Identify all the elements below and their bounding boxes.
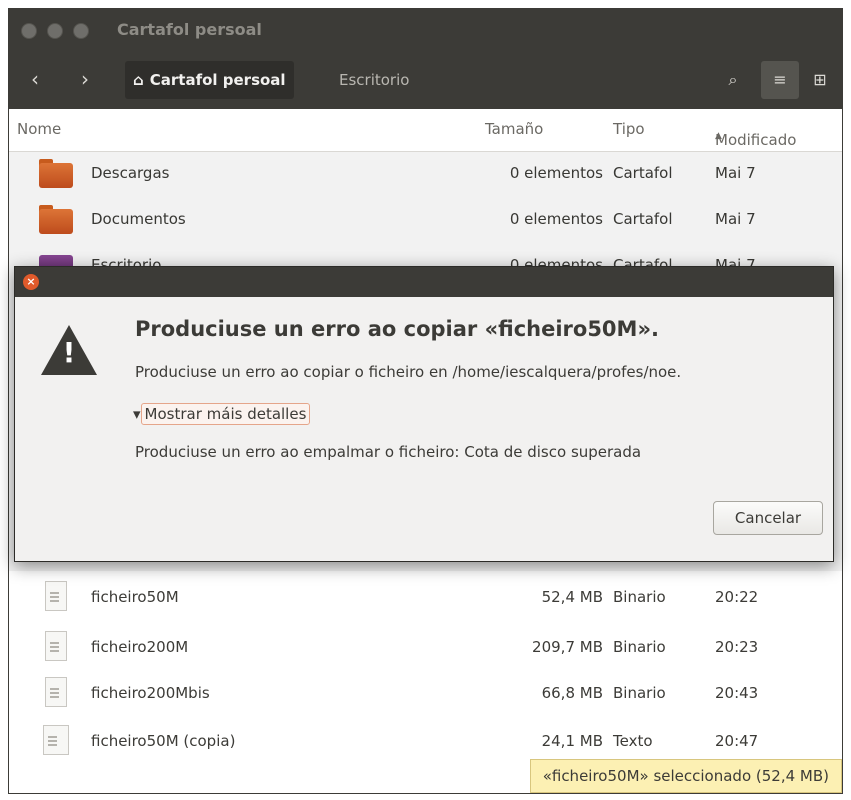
item-name: ficheiro50M (copia) <box>91 732 236 750</box>
item-size: 52,4 MB <box>541 588 603 606</box>
maximize-window-button[interactable] <box>73 23 89 39</box>
dialog-message: Produciuse un erro ao copiar o ficheiro … <box>135 363 682 381</box>
item-name: ficheiro200M <box>91 638 189 656</box>
title-bar: Cartafol persoal <box>9 9 842 53</box>
window-title: Cartafol persoal <box>117 20 262 39</box>
item-type: Texto <box>613 732 653 750</box>
item-size: 24,1 MB <box>541 732 603 750</box>
error-dialog: × ! Produciuse un erro ao copiar «fichei… <box>14 266 834 562</box>
details-expander-label: Mostrar máis detalles <box>140 403 311 425</box>
forward-button[interactable]: › <box>67 63 103 97</box>
chevron-right-icon: › <box>81 67 89 91</box>
breadcrumb-home-label: Cartafol persoal <box>149 71 286 89</box>
dialog-heading: Produciuse un erro ao copiar «ficheiro50… <box>135 317 659 341</box>
back-button[interactable]: ‹ <box>17 63 53 97</box>
breadcrumb-escritorio[interactable]: Escritorio <box>339 61 409 99</box>
item-modified: 20:22 <box>715 588 759 606</box>
binary-file-icon <box>39 677 73 709</box>
item-name: ficheiro200Mbis <box>91 684 210 702</box>
grid-icon: ⊞ <box>813 70 827 89</box>
list-item[interactable]: ficheiro200M 209,7 MB Binario 20:23 <box>9 625 842 671</box>
minimize-window-button[interactable] <box>47 23 63 39</box>
item-size: 209,7 MB <box>532 638 603 656</box>
home-icon: ⌂ <box>133 71 144 89</box>
item-type: Binario <box>613 638 666 656</box>
item-modified: 20:43 <box>715 684 759 702</box>
list-item[interactable]: ficheiro50M 52,4 MB Binario 20:22 <box>9 575 842 621</box>
expander-arrow-icon: ▾ <box>133 405 141 423</box>
column-modified-label: Modificado <box>715 131 797 149</box>
close-window-button[interactable] <box>21 23 37 39</box>
column-type[interactable]: Tipo <box>613 120 645 138</box>
toolbar: ‹ › ⌂ Cartafol persoal Escritorio ⌕ ≡ ⊞ <box>9 53 842 110</box>
list-view-button[interactable]: ≡ <box>761 61 799 99</box>
column-header: Nome Tamaño Tipo Modificado ▲ <box>9 109 842 152</box>
grid-view-button[interactable]: ⊞ <box>801 61 839 99</box>
item-size: 66,8 MB <box>541 684 603 702</box>
breadcrumb-home[interactable]: ⌂ Cartafol persoal <box>125 61 294 99</box>
chevron-left-icon: ‹ <box>31 67 39 91</box>
item-type: Binario <box>613 588 666 606</box>
column-size[interactable]: Tamaño <box>485 120 543 138</box>
sort-arrow-icon: ▲ <box>715 131 722 141</box>
dialog-title-bar: × <box>15 267 833 297</box>
column-name[interactable]: Nome <box>17 120 61 138</box>
search-icon: ⌕ <box>728 70 738 89</box>
list-item[interactable]: ficheiro200Mbis 66,8 MB Binario 20:43 <box>9 671 842 717</box>
item-type: Binario <box>613 684 666 702</box>
text-file-icon <box>39 725 73 757</box>
status-bar: «ficheiro50M» seleccionado (52,4 MB) <box>529 759 842 793</box>
dialog-details: Produciuse un erro ao empalmar o ficheir… <box>135 443 642 461</box>
binary-file-icon <box>39 581 73 613</box>
warning-mark: ! <box>62 336 76 369</box>
cancel-button[interactable]: Cancelar <box>713 501 823 535</box>
item-name: ficheiro50M <box>91 588 179 606</box>
close-icon[interactable]: × <box>23 274 39 290</box>
details-expander[interactable]: ▾ Mostrar máis detalles <box>133 403 311 425</box>
binary-file-icon <box>39 631 73 663</box>
search-button[interactable]: ⌕ <box>714 61 752 99</box>
list-icon: ≡ <box>773 70 787 89</box>
item-modified: 20:23 <box>715 638 759 656</box>
item-modified: 20:47 <box>715 732 759 750</box>
